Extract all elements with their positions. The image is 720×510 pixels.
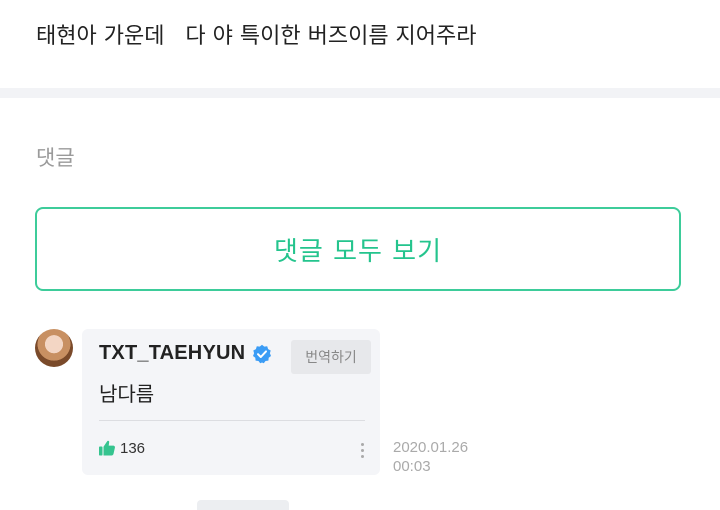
view-all-comments-label: 댓글 모두 보기 <box>273 236 443 267</box>
more-vertical-icon[interactable] <box>352 439 372 461</box>
section-divider <box>0 88 720 98</box>
comment-timestamp: 2020.01.26 00:03 <box>393 438 468 476</box>
thumbs-up-icon <box>99 440 115 456</box>
comment-card: TXT_TAEHYUN 번역하기 남다름 136 <box>82 329 380 475</box>
comments-heading: 댓글 <box>36 146 75 170</box>
verified-badge-icon <box>252 344 272 364</box>
comment-card-divider <box>99 420 365 421</box>
comment-body: 남다름 <box>99 382 155 406</box>
post-text: 태현아 가운데 다 야 특이한 버즈이름 지어주라 <box>36 24 477 49</box>
avatar[interactable] <box>35 329 73 367</box>
like-button[interactable]: 136 <box>98 439 145 457</box>
view-all-comments-button[interactable]: 댓글 모두 보기 <box>35 207 681 291</box>
comment-time: 00:03 <box>393 458 431 475</box>
comment-author-name: TXT_TAEHYUN <box>99 342 246 364</box>
next-item-peek <box>197 500 289 510</box>
comment-date: 2020.01.26 <box>393 439 469 456</box>
like-count: 136 <box>120 439 146 457</box>
translate-button[interactable]: 번역하기 <box>291 340 371 374</box>
comment-author[interactable]: TXT_TAEHYUN <box>99 342 272 365</box>
